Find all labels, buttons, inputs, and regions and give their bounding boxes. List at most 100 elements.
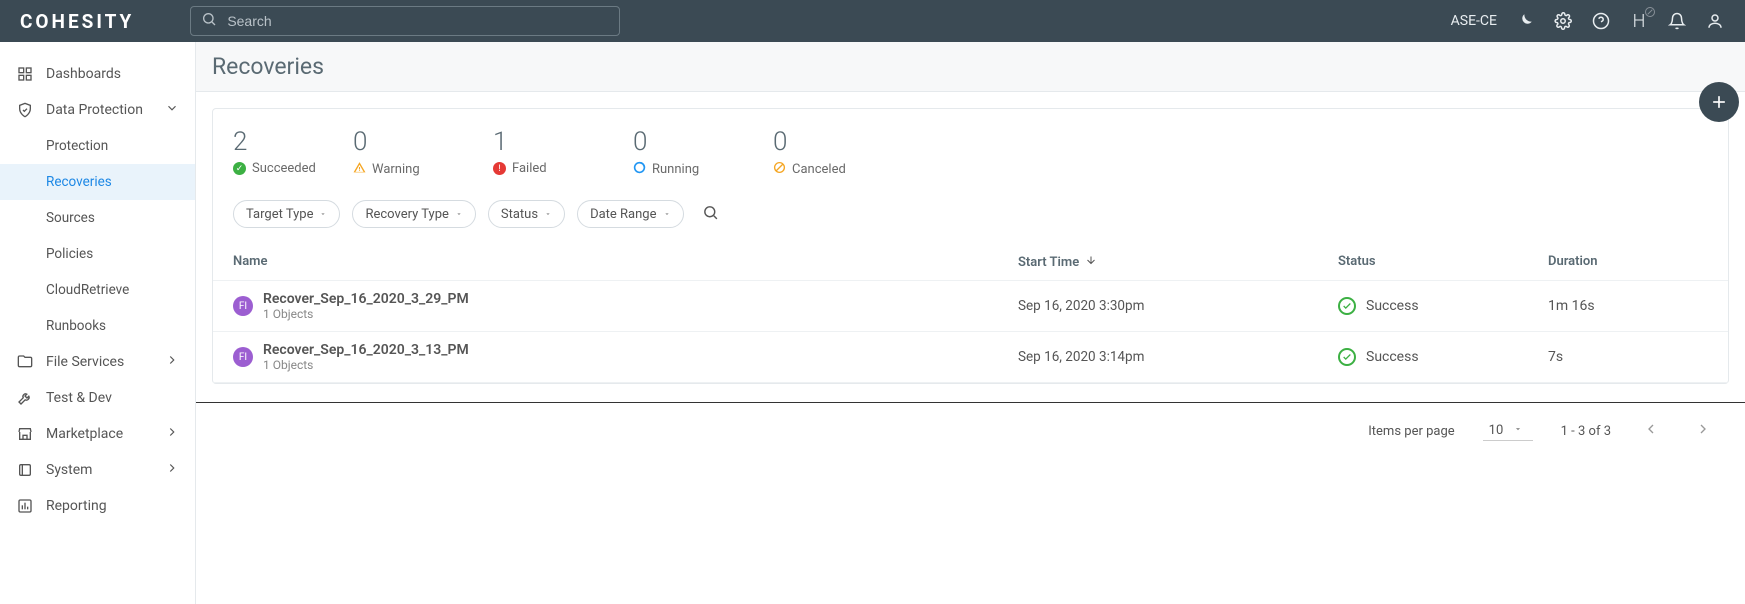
items-per-page-label: Items per page xyxy=(1368,424,1454,439)
bell-icon[interactable] xyxy=(1667,11,1687,31)
recovery-objects: 1 Objects xyxy=(263,307,469,321)
brand-logo: COHESITY xyxy=(20,10,134,33)
items-per-page-select[interactable]: 10 xyxy=(1483,421,1533,441)
col-duration[interactable]: Duration xyxy=(1548,254,1708,270)
nav-test-dev[interactable]: Test & Dev xyxy=(0,380,195,416)
nav-policies[interactable]: Policies xyxy=(0,236,195,272)
nav-protection[interactable]: Protection xyxy=(0,128,195,164)
nav-label: Marketplace xyxy=(46,426,153,442)
col-name[interactable]: Name xyxy=(233,254,1018,270)
user-icon[interactable] xyxy=(1705,11,1725,31)
recovery-status: Success xyxy=(1366,349,1419,365)
nav-runbooks[interactable]: Runbooks xyxy=(0,308,195,344)
nav-system[interactable]: System xyxy=(0,452,195,488)
success-icon xyxy=(1338,297,1356,315)
caret-down-icon xyxy=(1513,423,1523,438)
items-per-page-value: 10 xyxy=(1489,423,1504,438)
nav-data-protection[interactable]: Data Protection xyxy=(0,92,195,128)
page-title-bar: Recoveries xyxy=(196,42,1745,92)
paginator: Items per page 10 1 - 3 of 3 xyxy=(196,403,1745,459)
recovery-duration: 1m 16s xyxy=(1548,298,1708,314)
chevron-right-icon xyxy=(165,461,179,479)
stat-warning[interactable]: 0 Warning xyxy=(353,129,483,178)
chip-label: Recovery Type xyxy=(365,207,448,222)
recovery-name: Recover_Sep_16_2020_3_13_PM xyxy=(263,342,469,358)
stat-count: 0 xyxy=(773,129,893,155)
chevron-right-icon xyxy=(165,425,179,443)
stat-label: Warning xyxy=(372,162,420,177)
nav-label: File Services xyxy=(46,354,153,370)
helios-icon[interactable]: H xyxy=(1629,11,1649,31)
next-page-button[interactable] xyxy=(1691,417,1715,445)
wrench-icon xyxy=(16,389,34,407)
store-icon xyxy=(16,425,34,443)
nav-label: System xyxy=(46,462,153,478)
recovery-avatar: FI xyxy=(233,347,253,367)
stat-label: Running xyxy=(652,162,699,177)
col-start-time[interactable]: Start Time xyxy=(1018,254,1338,270)
nav-recoveries[interactable]: Recoveries xyxy=(0,164,195,200)
filter-status[interactable]: Status xyxy=(488,200,565,228)
dashboard-icon xyxy=(16,65,34,83)
server-icon xyxy=(16,461,34,479)
chart-icon xyxy=(16,497,34,515)
warning-icon xyxy=(353,161,366,178)
stat-label: Succeeded xyxy=(252,161,316,176)
stat-label: Failed xyxy=(512,161,547,176)
nav-sources[interactable]: Sources xyxy=(0,200,195,236)
recovery-avatar: FI xyxy=(233,296,253,316)
nav-marketplace[interactable]: Marketplace xyxy=(0,416,195,452)
shield-icon xyxy=(16,101,34,119)
dark-mode-icon[interactable] xyxy=(1515,11,1535,31)
caret-down-icon xyxy=(455,207,463,222)
table-row[interactable]: FI Recover_Sep_16_2020_3_29_PM 1 Objects… xyxy=(213,281,1728,332)
helios-disabled-badge xyxy=(1645,7,1655,17)
success-icon: ✓ xyxy=(233,162,246,175)
add-recovery-button[interactable] xyxy=(1699,82,1739,122)
nav-reporting[interactable]: Reporting xyxy=(0,488,195,524)
chip-label: Target Type xyxy=(246,207,313,222)
col-label: Start Time xyxy=(1018,255,1079,270)
recovery-start: Sep 16, 2020 3:30pm xyxy=(1018,298,1338,314)
prev-page-button[interactable] xyxy=(1639,417,1663,445)
stat-succeeded[interactable]: 2 ✓ Succeeded xyxy=(213,129,343,178)
filter-recovery-type[interactable]: Recovery Type xyxy=(352,200,475,228)
header-actions: ASE-CE H xyxy=(1451,11,1725,31)
chip-label: Date Range xyxy=(590,207,656,222)
nav-label: Reporting xyxy=(46,498,179,514)
stat-canceled[interactable]: 0 Canceled xyxy=(773,129,903,178)
search-input[interactable] xyxy=(227,13,609,29)
nav-dashboards[interactable]: Dashboards xyxy=(0,56,195,92)
nav-cloudretrieve[interactable]: CloudRetrieve xyxy=(0,272,195,308)
sidebar: Dashboards Data Protection Protection Re… xyxy=(0,42,196,604)
table-search-icon[interactable] xyxy=(702,204,719,225)
chevron-right-icon xyxy=(165,353,179,371)
stat-label: Canceled xyxy=(792,162,846,177)
recoveries-table: Name Start Time Status Duration xyxy=(213,244,1728,383)
filter-date-range[interactable]: Date Range xyxy=(577,200,683,228)
error-icon: ! xyxy=(493,162,506,175)
cluster-label[interactable]: ASE-CE xyxy=(1451,13,1497,29)
recovery-duration: 7s xyxy=(1548,349,1708,365)
nav-label: Dashboards xyxy=(46,66,179,82)
filter-target-type[interactable]: Target Type xyxy=(233,200,340,228)
stat-count: 0 xyxy=(353,129,473,155)
global-search[interactable] xyxy=(190,6,620,36)
status-summary: 2 ✓ Succeeded 0 Warning xyxy=(213,109,1728,192)
filter-bar: Target Type Recovery Type Status xyxy=(213,192,1728,244)
recovery-start: Sep 16, 2020 3:14pm xyxy=(1018,349,1338,365)
success-icon xyxy=(1338,348,1356,366)
folder-icon xyxy=(16,353,34,371)
table-row[interactable]: FI Recover_Sep_16_2020_3_13_PM 1 Objects… xyxy=(213,332,1728,383)
nav-file-services[interactable]: File Services xyxy=(0,344,195,380)
chevron-down-icon xyxy=(165,101,179,119)
help-icon[interactable] xyxy=(1591,11,1611,31)
gear-icon[interactable] xyxy=(1553,11,1573,31)
col-status[interactable]: Status xyxy=(1338,254,1548,270)
stat-failed[interactable]: 1 ! Failed xyxy=(493,129,623,178)
caret-down-icon xyxy=(544,207,552,222)
search-icon xyxy=(201,11,217,31)
nav-label: Test & Dev xyxy=(46,390,179,406)
caret-down-icon xyxy=(663,207,671,222)
stat-running[interactable]: 0 Running xyxy=(633,129,763,178)
